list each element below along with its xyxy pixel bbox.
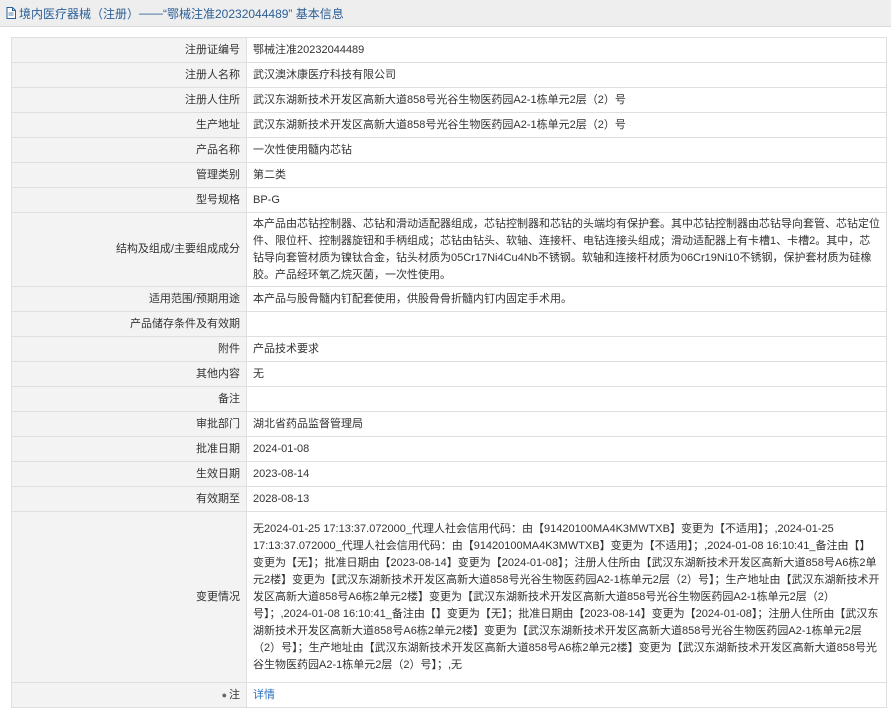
table-row: 生产地址 武汉东湖新技术开发区高新大道858号光谷生物医药园A2-1栋单元2层（2…	[11, 112, 887, 138]
row-value: 武汉东湖新技术开发区高新大道858号光谷生物医药园A2-1栋单元2层（2）号	[246, 112, 887, 138]
table-row: 批准日期 2024-01-08	[11, 436, 887, 462]
row-value: 本产品与股骨髓内钉配套使用，供股骨骨折髓内钉内固定手术用。	[246, 286, 887, 312]
row-value: 无2024-01-25 17:13:37.072000_代理人社会信用代码：由【…	[246, 511, 887, 683]
row-value: 2023-08-14	[246, 461, 887, 487]
breadcrumb: 境内医疗器械（注册）	[19, 6, 140, 21]
row-label: 批准日期	[11, 436, 247, 462]
details-link[interactable]: 详情	[253, 689, 275, 701]
table-row: 适用范围/预期用途 本产品与股骨髓内钉配套使用，供股骨骨折髓内钉内固定手术用。	[11, 286, 887, 312]
table-row: 审批部门 湖北省药品监督管理局	[11, 411, 887, 437]
row-label: 型号规格	[11, 187, 247, 213]
row-label: 适用范围/预期用途	[11, 286, 247, 312]
row-label: 生产地址	[11, 112, 247, 138]
row-value: 鄂械注准20232044489	[246, 37, 887, 63]
row-label: 生效日期	[11, 461, 247, 487]
page-title: “鄂械注准20232044489” 基本信息	[163, 6, 344, 21]
title-bar: 境内医疗器械（注册） —— “鄂械注准20232044489” 基本信息	[0, 0, 891, 27]
row-value: 武汉东湖新技术开发区高新大道858号光谷生物医药园A2-1栋单元2层（2）号	[246, 87, 887, 113]
breadcrumb-separator: ——	[139, 6, 164, 20]
row-value: BP-G	[246, 187, 887, 213]
row-value: 湖北省药品监督管理局	[246, 411, 887, 437]
row-value: 2024-01-08	[246, 436, 887, 462]
note-label: ● 注	[11, 682, 247, 708]
row-label: 管理类别	[11, 162, 247, 188]
row-value: 无	[246, 361, 887, 387]
row-label: 产品名称	[11, 137, 247, 163]
note-value: 详情	[246, 682, 887, 708]
row-label: 有效期至	[11, 486, 247, 512]
row-label: 变更情况	[11, 511, 247, 683]
table-row: 注册人住所 武汉东湖新技术开发区高新大道858号光谷生物医药园A2-1栋单元2层（…	[11, 87, 887, 113]
row-value: 第二类	[246, 162, 887, 188]
table-row: 有效期至 2028-08-13	[11, 486, 887, 512]
row-value: 武汉澳沐康医疗科技有限公司	[246, 62, 887, 88]
table-row: 产品名称 一次性使用髓内芯钻	[11, 137, 887, 163]
row-value: 产品技术要求	[246, 336, 887, 362]
table-row: 结构及组成/主要组成成分 本产品由芯钻控制器、芯钻和滑动适配器组成，芯钻控制器和芯…	[11, 212, 887, 287]
row-label: 注册人住所	[11, 87, 247, 113]
table-row: 变更情况 无2024-01-25 17:13:37.072000_代理人社会信用代…	[11, 511, 887, 683]
table-row: 其他内容无	[11, 361, 887, 387]
info-table: 注册证编号 鄂械注准20232044489 注册人名称 武汉澳沐康医疗科技有限公司 注册…	[11, 37, 887, 708]
row-value: 2028-08-13	[246, 486, 887, 512]
row-label: 结构及组成/主要组成成分	[11, 212, 247, 287]
table-row: 备注	[11, 386, 887, 412]
row-label: 注册人名称	[11, 62, 247, 88]
row-label: 附件	[11, 336, 247, 362]
table-row: 附件 产品技术要求	[11, 336, 887, 362]
row-value	[246, 311, 887, 337]
document-icon	[6, 7, 16, 19]
pin-icon: ●	[221, 689, 227, 700]
table-row: 型号规格 BP-G	[11, 187, 887, 213]
row-value: 本产品由芯钻控制器、芯钻和滑动适配器组成，芯钻控制器和芯钻的头端均有保护套。其中…	[246, 212, 887, 287]
table-row: 注册人名称 武汉澳沐康医疗科技有限公司	[11, 62, 887, 88]
table-row: 生效日期 2023-08-14	[11, 461, 887, 487]
table-row: 注册证编号 鄂械注准20232044489	[11, 37, 887, 63]
row-label: 产品储存条件及有效期	[11, 311, 247, 337]
row-value: 一次性使用髓内芯钻	[246, 137, 887, 163]
table-row: 管理类别 第二类	[11, 162, 887, 188]
note-row: ● 注 详情	[11, 682, 887, 708]
row-label: 其他内容	[11, 361, 247, 387]
row-value	[246, 386, 887, 412]
table-row: 产品储存条件及有效期	[11, 311, 887, 337]
row-label: 审批部门	[11, 411, 247, 437]
row-label: 注册证编号	[11, 37, 247, 63]
row-label: 备注	[11, 386, 247, 412]
